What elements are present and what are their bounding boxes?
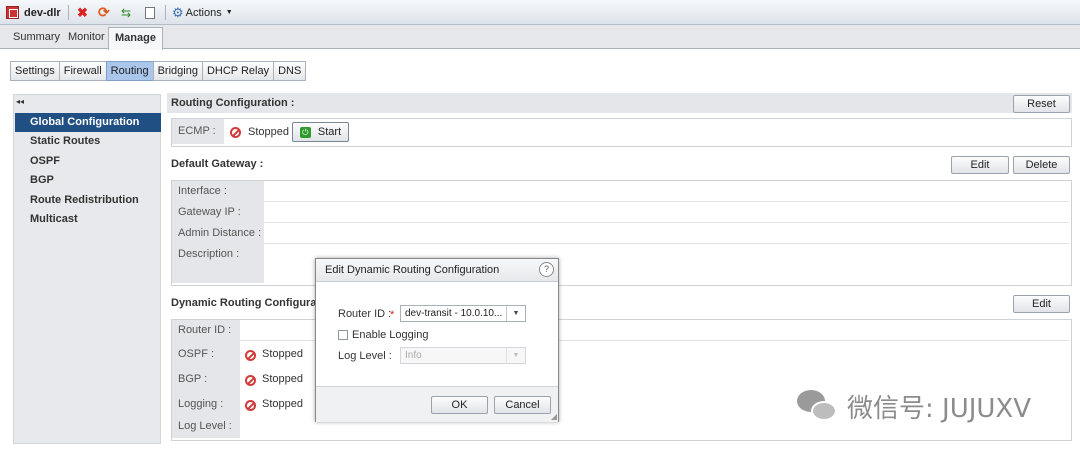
top-toolbar: dev-dlr ✖ ⟳ ⇆ ⚙ Actions ▼ [0, 0, 1080, 25]
delete-icon[interactable]: ✖ [77, 4, 88, 21]
nav-item-ospf[interactable]: OSPF [15, 152, 161, 171]
ecmp-status: Stopped [248, 126, 289, 138]
ospf-label: OSPF : [178, 348, 215, 360]
nav-item-global-configuration[interactable]: Global Configuration [15, 113, 161, 132]
log-level-label: Log Level : [178, 420, 232, 432]
resize-handle-icon[interactable]: ◢ [551, 412, 557, 421]
gear-icon: ⚙ [172, 4, 184, 20]
actions-menu[interactable]: ⚙ Actions ▼ [172, 4, 233, 21]
tab-manage[interactable]: Manage [108, 27, 163, 50]
bgp-stopped-icon [245, 374, 256, 386]
description-label: Description : [178, 248, 240, 260]
ecmp-label: ECMP : [178, 125, 216, 137]
move-icon[interactable]: ⇆ [121, 4, 131, 21]
start-button[interactable]: ⏻ Start [292, 122, 349, 142]
routing-config-header [167, 93, 1072, 113]
edge-title: dev-dlr [24, 6, 61, 19]
router-id-field-label: Router ID : [338, 308, 392, 320]
nav-item-bgp[interactable]: BGP [15, 171, 161, 190]
router-id-label: Router ID : [178, 324, 232, 336]
gateway-delete-button[interactable]: Delete [1013, 156, 1070, 174]
routing-nav: ◂◂ Global Configuration Static Routes OS… [13, 94, 161, 444]
tab-dhcp-relay[interactable]: DHCP Relay [201, 61, 275, 81]
router-id-select[interactable]: dev-transit - 10.0.10... ▼ [400, 305, 526, 322]
chevron-down-icon: ▼ [506, 306, 525, 321]
sub-tabs: Settings Firewall Routing Bridging DHCP … [10, 61, 307, 81]
default-gateway-title: Default Gateway : [171, 158, 264, 170]
admin-distance-label: Admin Distance : [178, 227, 262, 239]
tab-firewall[interactable]: Firewall [58, 61, 107, 81]
nav-item-multicast[interactable]: Multicast [15, 210, 161, 229]
ok-button[interactable]: OK [431, 396, 488, 414]
routing-config-title: Routing Configuration : [171, 97, 295, 109]
interface-label: Interface : [178, 185, 227, 197]
nav-item-route-redistribution[interactable]: Route Redistribution [15, 191, 161, 210]
log-level-field-label: Log Level : [338, 350, 392, 362]
log-level-select[interactable]: Info ▼ [400, 347, 526, 364]
gateway-edit-button[interactable]: Edit [951, 156, 1009, 174]
document-icon[interactable] [145, 4, 155, 21]
enable-logging-checkbox[interactable] [338, 330, 348, 340]
ospf-stopped-icon [245, 349, 256, 361]
dialog-footer: OK Cancel ◢ [316, 386, 558, 422]
watermark-text: 微信号: JUJUXV [847, 393, 1032, 424]
default-gateway-table: Interface : Gateway IP : Admin Distance … [171, 180, 1072, 286]
dynamic-routing-edit-button[interactable]: Edit [1013, 295, 1070, 313]
tab-bridging[interactable]: Bridging [152, 61, 203, 81]
wechat-logo-icon [797, 388, 839, 424]
edit-dynamic-routing-dialog: Edit Dynamic Routing Configuration ? Rou… [315, 258, 559, 422]
gateway-ip-label: Gateway IP : [178, 206, 241, 218]
chevron-down-icon: ▼ [506, 348, 525, 363]
ospf-status: Stopped [262, 348, 303, 360]
tab-summary[interactable]: Summary [7, 27, 66, 48]
reset-button[interactable]: Reset [1013, 95, 1070, 113]
help-icon[interactable]: ? [539, 262, 554, 277]
nav-item-static-routes[interactable]: Static Routes [15, 132, 161, 151]
ecmp-row: ECMP : Stopped ⏻ Start [171, 118, 1072, 147]
enable-logging-label: Enable Logging [352, 329, 429, 341]
dialog-header: Edit Dynamic Routing Configuration ? [316, 259, 558, 282]
tab-routing[interactable]: Routing [105, 61, 154, 81]
chevron-down-icon: ▼ [225, 9, 233, 16]
dialog-title: Edit Dynamic Routing Configuration [325, 264, 500, 276]
refresh-icon[interactable]: ⟳ [98, 4, 110, 21]
logging-stopped-icon [245, 399, 256, 411]
collapse-icon[interactable]: ◂◂ [16, 97, 24, 106]
tab-monitor[interactable]: Monitor [62, 27, 111, 48]
edge-object-title: dev-dlr [6, 4, 61, 21]
tab-settings[interactable]: Settings [10, 61, 60, 81]
power-icon: ⏻ [299, 126, 311, 138]
log-level-value: Info [405, 350, 422, 361]
start-label: Start [317, 126, 342, 138]
router-id-value: dev-transit - 10.0.10... [405, 308, 503, 319]
tab-dns[interactable]: DNS [273, 61, 307, 81]
actions-label: Actions [185, 6, 222, 19]
edge-router-icon [6, 6, 19, 19]
main-tabs: Summary Monitor Manage [0, 25, 1080, 50]
bgp-status: Stopped [262, 373, 303, 385]
cancel-button[interactable]: Cancel [494, 396, 551, 414]
stopped-icon [230, 126, 241, 138]
wechat-watermark: 微信号: JUJUXV [797, 386, 1031, 426]
bgp-label: BGP : [178, 373, 208, 385]
logging-label: Logging : [178, 398, 224, 410]
logging-status: Stopped [262, 398, 303, 410]
required-marker: * [390, 309, 395, 321]
